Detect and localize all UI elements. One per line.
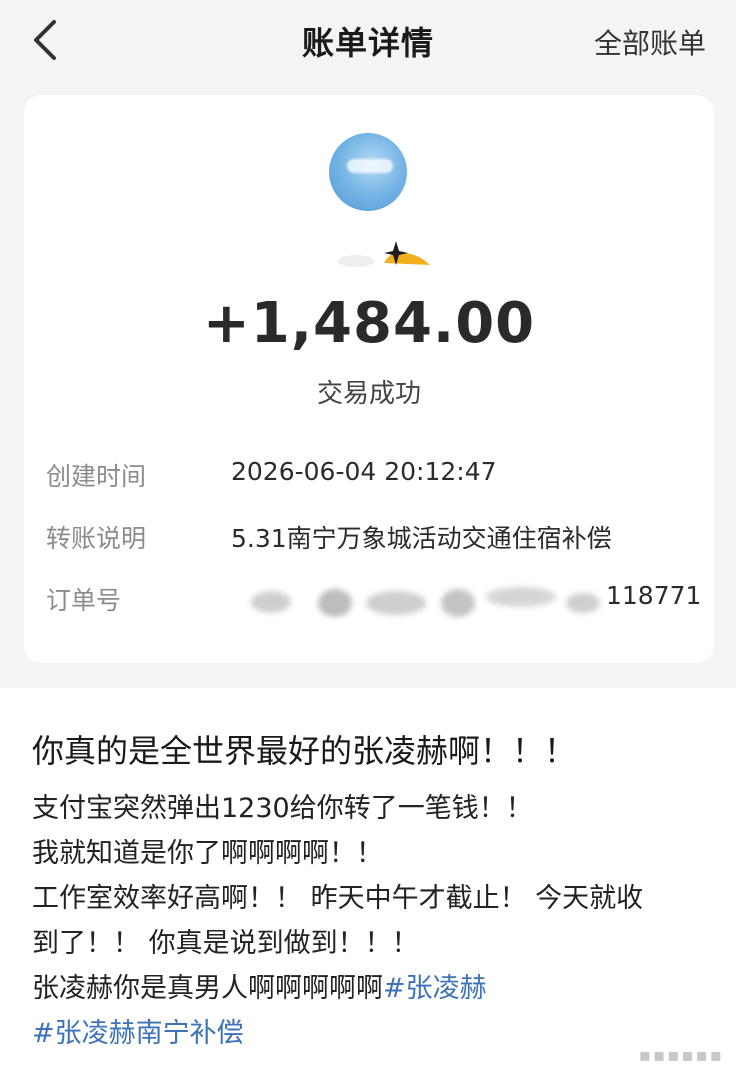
post-line-text: 张凌赫你是真男人啊啊啊啊啊 [32,973,383,1004]
all-bills-button[interactable]: 全部账单 [594,22,706,62]
detail-value: 2026-06-04 20:12:47 [231,457,497,486]
post-body: 支付宝突然弹出1230给你转了一笔钱！！ 我就知道是你了啊啊啊啊！！ 工作室效率… [32,786,712,1056]
navigation-bar: 账单详情 全部账单 [0,0,736,80]
detail-label: 转账说明 [46,524,147,553]
detail-label: 创建时间 [46,462,147,491]
payer-name-obscured [336,235,436,271]
post-line: 支付宝突然弹出1230给你转了一笔钱！！ [32,793,533,824]
hashtag-link[interactable]: #张凌赫 [383,973,487,1004]
watermark: ▪▪▪▪▪▪ [638,1045,724,1066]
post-line: 张凌赫你是真男人啊啊啊啊啊#张凌赫 [32,966,712,1011]
detail-label: 订单号 [46,586,122,615]
user-avatar[interactable] [329,133,407,211]
post-line: 到了！！ 你真是说到做到！！！ [32,928,419,959]
post-title: 你真的是全世界最好的张凌赫啊！！！ [32,732,577,770]
transaction-status: 交易成功 [316,379,421,409]
order-number-suffix: 118771 [606,581,702,610]
transaction-amount: +1,484.00 [202,291,536,356]
post-content: 你真的是全世界最好的张凌赫啊！！！ 支付宝突然弹出1230给你转了一笔钱！！ 我… [0,688,736,1080]
bill-detail-card: +1,484.00 交易成功 创建时间 2026-06-04 20:12:47 … [24,95,714,663]
hashtag-link[interactable]: #张凌赫南宁补偿 [32,1018,244,1049]
post-line: 我就知道是你了啊啊啊啊！！ [32,838,383,869]
detail-row-transfer-note: 转账说明 5.31南宁万象城活动交通住宿补偿 [46,519,706,559]
detail-row-created-time: 创建时间 2026-06-04 20:12:47 [46,457,706,497]
post-line: #张凌赫南宁补偿 [32,1011,712,1056]
post-line: 工作室效率好高啊！！ 昨天中午才截止！ 今天就收 [32,883,644,914]
detail-row-order-number: 订单号 118771 [46,581,706,621]
detail-value: 5.31南宁万象城活动交通住宿补偿 [231,524,612,553]
